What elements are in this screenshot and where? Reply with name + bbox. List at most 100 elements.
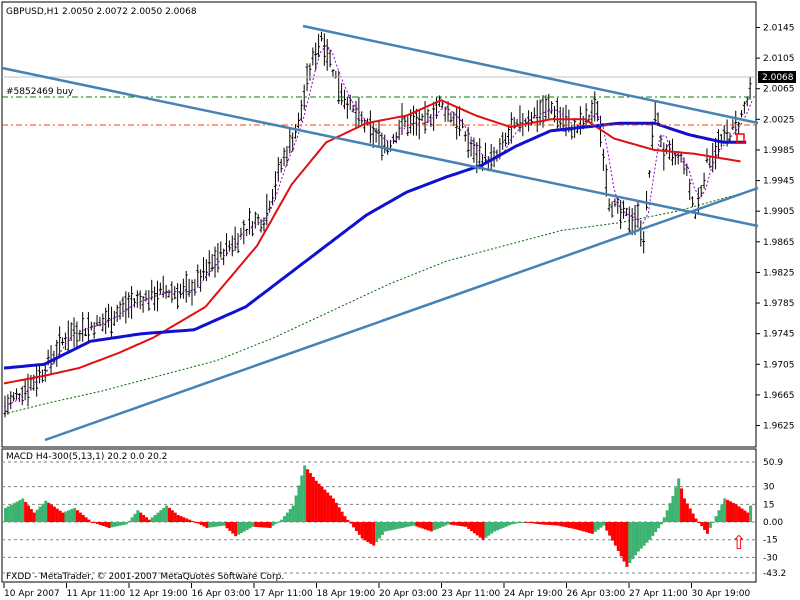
macd-bar bbox=[340, 511, 344, 523]
macd-bar bbox=[260, 522, 264, 528]
macd-bar bbox=[346, 519, 350, 523]
time-tick-label: 11 Apr 11:00 bbox=[67, 589, 126, 599]
macd-bar bbox=[61, 512, 65, 523]
macd-bar bbox=[573, 522, 577, 530]
macd-bar bbox=[596, 522, 600, 530]
macd-bar bbox=[234, 522, 238, 537]
time-tick-label: 26 Apr 03:00 bbox=[567, 589, 626, 599]
macd-bar bbox=[211, 522, 215, 528]
macd-tick-label: 50.9 bbox=[763, 458, 783, 468]
macd-bar bbox=[659, 522, 663, 525]
macd-bar bbox=[432, 522, 436, 531]
order-label: #5852469 buy bbox=[6, 87, 74, 97]
macd-bar bbox=[21, 498, 25, 523]
macd-bar bbox=[337, 507, 341, 523]
price-tick-label: 1.9945 bbox=[763, 177, 795, 187]
macd-bar bbox=[107, 522, 111, 528]
macd-bar bbox=[6, 506, 10, 523]
macd-bar bbox=[541, 522, 545, 525]
macd-bar bbox=[50, 504, 54, 523]
macd-bar bbox=[530, 522, 534, 524]
macd-bar bbox=[242, 522, 246, 532]
macd-bar bbox=[202, 522, 206, 527]
macd-bar bbox=[717, 510, 721, 523]
macd-bar bbox=[153, 514, 157, 523]
macd-bar bbox=[360, 522, 364, 539]
macd-bar bbox=[562, 522, 566, 527]
symbol-header: GBPUSD,H1 2.0050 2.0072 2.0050 2.0068 bbox=[6, 7, 197, 17]
macd-bar bbox=[734, 504, 738, 523]
macd-bar bbox=[651, 522, 655, 536]
macd-tick-label: -43.2 bbox=[763, 569, 786, 579]
macd-bar bbox=[219, 522, 223, 526]
macd-bar bbox=[740, 508, 744, 523]
macd-bar bbox=[426, 522, 430, 531]
macd-bar bbox=[401, 522, 405, 528]
macd-bar bbox=[81, 514, 85, 523]
macd-bar bbox=[625, 522, 629, 567]
macd-bar bbox=[116, 522, 120, 527]
macd-bar bbox=[127, 520, 131, 523]
macd-bar bbox=[582, 522, 586, 532]
macd-bar bbox=[602, 522, 606, 526]
macd-bar bbox=[628, 522, 632, 564]
macd-bar bbox=[588, 522, 592, 534]
macd-bar bbox=[424, 522, 428, 530]
macd-bar bbox=[32, 512, 36, 523]
macd-bar bbox=[705, 522, 709, 534]
macd-bar bbox=[4, 507, 7, 523]
macd-bar bbox=[611, 522, 615, 541]
macd-bar bbox=[170, 510, 174, 523]
macd-bar bbox=[205, 522, 209, 528]
macd-bar bbox=[507, 522, 511, 526]
macd-bar bbox=[84, 517, 88, 523]
macd-bar bbox=[167, 507, 171, 523]
macd-bar bbox=[268, 522, 272, 528]
macd-bar bbox=[510, 522, 514, 525]
time-tick-label: 27 Apr 11:00 bbox=[629, 589, 688, 599]
macd-bar bbox=[130, 517, 134, 523]
macd-tick-label: 0.00 bbox=[763, 518, 783, 528]
macd-bar bbox=[314, 480, 318, 523]
macd-bar bbox=[291, 505, 295, 523]
macd-tick-label: -30 bbox=[763, 553, 778, 563]
macd-bar bbox=[121, 522, 125, 525]
price-chart[interactable]: GBPUSD,H1 2.0050 2.0072 2.0050 2.0068 #5… bbox=[0, 0, 800, 600]
macd-bar bbox=[262, 522, 266, 528]
macd-bar bbox=[142, 514, 146, 523]
price-tick-label: 1.9985 bbox=[763, 146, 795, 156]
macd-bar bbox=[165, 505, 169, 523]
macd-bar bbox=[484, 522, 488, 538]
macd-bar bbox=[139, 512, 143, 523]
buy-arrow-icon[interactable]: ⇧ bbox=[731, 532, 747, 554]
macd-bar bbox=[444, 522, 448, 526]
macd-bar bbox=[12, 503, 16, 523]
macd-bar bbox=[110, 522, 114, 528]
macd-bar bbox=[685, 503, 689, 523]
macd-bar bbox=[516, 522, 520, 524]
macd-bar bbox=[317, 483, 321, 523]
macd-bar bbox=[634, 522, 638, 556]
macd-bar bbox=[366, 522, 370, 543]
macd-bar bbox=[67, 510, 71, 523]
macd-bar bbox=[159, 510, 163, 523]
macd-bar bbox=[93, 522, 97, 524]
macd-bar bbox=[245, 522, 249, 530]
price-tick-label: 2.0145 bbox=[763, 23, 795, 33]
macd-bar bbox=[386, 522, 390, 531]
time-tick-label: 16 Apr 03:00 bbox=[192, 589, 251, 599]
macd-bar bbox=[657, 522, 661, 529]
macd-bar bbox=[452, 522, 456, 526]
macd-bar bbox=[481, 522, 485, 540]
macd-bar bbox=[162, 507, 166, 523]
macd-bar bbox=[300, 475, 304, 523]
macd-bar bbox=[15, 501, 19, 523]
macd-bar bbox=[41, 503, 45, 523]
macd-bar bbox=[743, 510, 747, 523]
macd-bar bbox=[150, 517, 154, 523]
macd-bar bbox=[536, 522, 540, 525]
macd-bar bbox=[501, 522, 505, 528]
current-price-value: 2.0068 bbox=[762, 73, 794, 83]
macd-bar bbox=[455, 522, 459, 526]
macd-bar bbox=[441, 522, 445, 527]
